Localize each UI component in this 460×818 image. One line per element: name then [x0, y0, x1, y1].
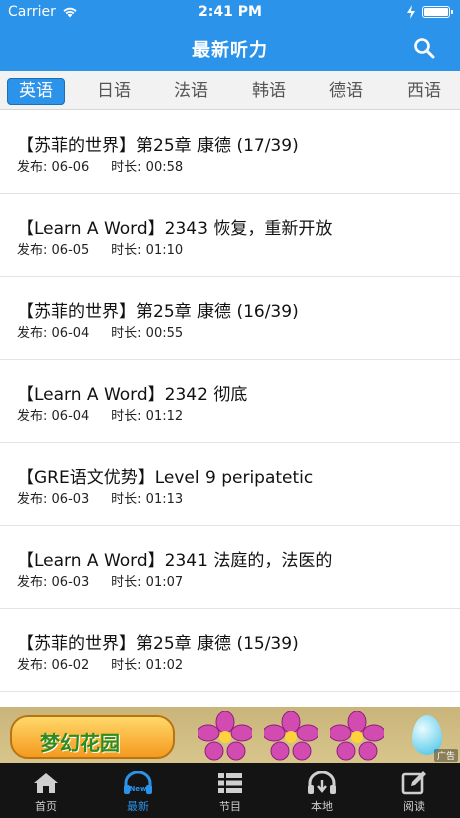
- tab-label: 最新: [127, 800, 149, 813]
- tab-spanish[interactable]: 西语: [395, 78, 453, 105]
- status-time: 2:41 PM: [198, 4, 262, 20]
- item-meta: 发布: 06-05 时长: 01:10: [17, 239, 183, 258]
- item-duration: 01:12: [145, 409, 184, 424]
- item-meta: 发布: 06-04 时长: 00:55: [17, 322, 183, 341]
- tab-english[interactable]: 英语: [7, 78, 65, 105]
- ad-logo: 梦幻花园: [10, 715, 175, 759]
- published-label: 发布:: [17, 575, 48, 590]
- tab-home[interactable]: 首页: [0, 763, 92, 818]
- item-date: 06-04: [51, 326, 90, 341]
- battery-icon: [422, 6, 453, 18]
- edit-icon: [368, 771, 460, 795]
- tab-label: 阅读: [403, 800, 425, 813]
- item-duration: 01:10: [145, 243, 184, 258]
- list-item[interactable]: 【Learn A Word】2342 彻底 发布: 06-04 时长: 01:1…: [0, 360, 460, 443]
- ad-mark: 广告: [433, 749, 458, 762]
- search-button[interactable]: [412, 36, 436, 60]
- audio-list: 【苏菲的世界】第25章 康德 (17/39) 发布: 06-06 时长: 00:…: [0, 111, 460, 707]
- tab-french[interactable]: 法语: [162, 78, 220, 105]
- flower-icon: [264, 711, 318, 761]
- item-meta: 发布: 06-06 时长: 00:58: [17, 156, 183, 175]
- duration-label: 时长:: [111, 658, 142, 673]
- published-label: 发布:: [17, 326, 48, 341]
- item-title: 【Learn A Word】2342 彻底: [17, 385, 248, 405]
- tab-latest[interactable]: New 最新: [92, 763, 184, 818]
- duration-label: 时长:: [111, 243, 142, 258]
- item-title: 【苏菲的世界】第25章 康德 (15/39): [17, 634, 299, 654]
- item-date: 06-05: [51, 243, 90, 258]
- tab-bar: 首页 New 最新 节目 本地 阅读: [0, 763, 460, 818]
- published-label: 发布:: [17, 409, 48, 424]
- page-title: 最新听力: [192, 40, 268, 61]
- tab-korean[interactable]: 韩语: [240, 78, 298, 105]
- status-bar: Carrier 2:41 PM: [0, 0, 460, 24]
- published-label: 发布:: [17, 492, 48, 507]
- headphones-download-icon: [276, 771, 368, 795]
- home-icon: [0, 771, 92, 795]
- duration-label: 时长:: [111, 409, 142, 424]
- duration-label: 时长:: [111, 575, 142, 590]
- duration-label: 时长:: [111, 492, 142, 507]
- item-date: 06-06: [51, 160, 90, 175]
- svg-text:New: New: [129, 785, 147, 793]
- ad-banner[interactable]: 梦幻花园 广告: [0, 707, 460, 763]
- published-label: 发布:: [17, 243, 48, 258]
- list-item[interactable]: 【苏菲的世界】第25章 康德 (16/39) 发布: 06-04 时长: 00:…: [0, 277, 460, 360]
- item-date: 06-02: [51, 658, 90, 673]
- list-item[interactable]: 【Learn A Word】2341 法庭的，法医的 发布: 06-03 时长:…: [0, 526, 460, 609]
- search-icon: [412, 38, 436, 64]
- tab-label: 节目: [219, 800, 241, 813]
- flower-icon: [330, 711, 384, 761]
- item-meta: 发布: 06-02 时长: 01:02: [17, 654, 183, 673]
- published-label: 发布:: [17, 658, 48, 673]
- item-duration: 01:07: [145, 575, 184, 590]
- headphones-new-icon: New: [92, 771, 184, 795]
- item-duration: 01:13: [145, 492, 184, 507]
- list-item[interactable]: 【GRE语文优势】Level 9 peripatetic 发布: 06-03 时…: [0, 443, 460, 526]
- duration-label: 时长:: [111, 326, 142, 341]
- item-title: 【Learn A Word】2341 法庭的，法医的: [17, 551, 333, 571]
- list-icon: [184, 771, 276, 795]
- item-title: 【苏菲的世界】第25章 康德 (16/39): [17, 302, 299, 322]
- item-meta: 发布: 06-04 时长: 01:12: [17, 405, 183, 424]
- item-meta: 发布: 06-03 时长: 01:07: [17, 571, 183, 590]
- list-item[interactable]: 【苏菲的世界】第25章 康德 (17/39) 发布: 06-06 时长: 00:…: [0, 111, 460, 194]
- duration-label: 时长:: [111, 160, 142, 175]
- language-tabs: 英语 日语 法语 韩语 德语 西语: [0, 71, 460, 110]
- tab-japanese[interactable]: 日语: [85, 78, 143, 105]
- item-date: 06-03: [51, 575, 90, 590]
- tab-reading[interactable]: 阅读: [368, 763, 460, 818]
- charging-icon: [406, 5, 416, 19]
- list-item[interactable]: 【Learn A Word】2343 恢复，重新开放 发布: 06-05 时长:…: [0, 194, 460, 277]
- tab-local[interactable]: 本地: [276, 763, 368, 818]
- ad-logo-text: 梦幻花园: [40, 731, 120, 755]
- item-meta: 发布: 06-03 时长: 01:13: [17, 488, 183, 507]
- flower-icon: [198, 711, 252, 761]
- published-label: 发布:: [17, 160, 48, 175]
- item-duration: 00:55: [145, 326, 184, 341]
- tab-label: 本地: [311, 800, 333, 813]
- item-title: 【Learn A Word】2343 恢复，重新开放: [17, 219, 333, 239]
- tab-label: 首页: [35, 800, 57, 813]
- item-date: 06-04: [51, 409, 90, 424]
- item-duration: 00:58: [145, 160, 184, 175]
- tab-german[interactable]: 德语: [317, 78, 375, 105]
- tab-programs[interactable]: 节目: [184, 763, 276, 818]
- list-item[interactable]: 【苏菲的世界】第25章 康德 (15/39) 发布: 06-02 时长: 01:…: [0, 609, 460, 692]
- item-title: 【苏菲的世界】第25章 康德 (17/39): [17, 136, 299, 156]
- item-duration: 01:02: [145, 658, 184, 673]
- item-date: 06-03: [51, 492, 90, 507]
- header: Carrier 2:41 PM 最新听力: [0, 0, 460, 71]
- item-title: 【GRE语文优势】Level 9 peripatetic: [17, 468, 314, 488]
